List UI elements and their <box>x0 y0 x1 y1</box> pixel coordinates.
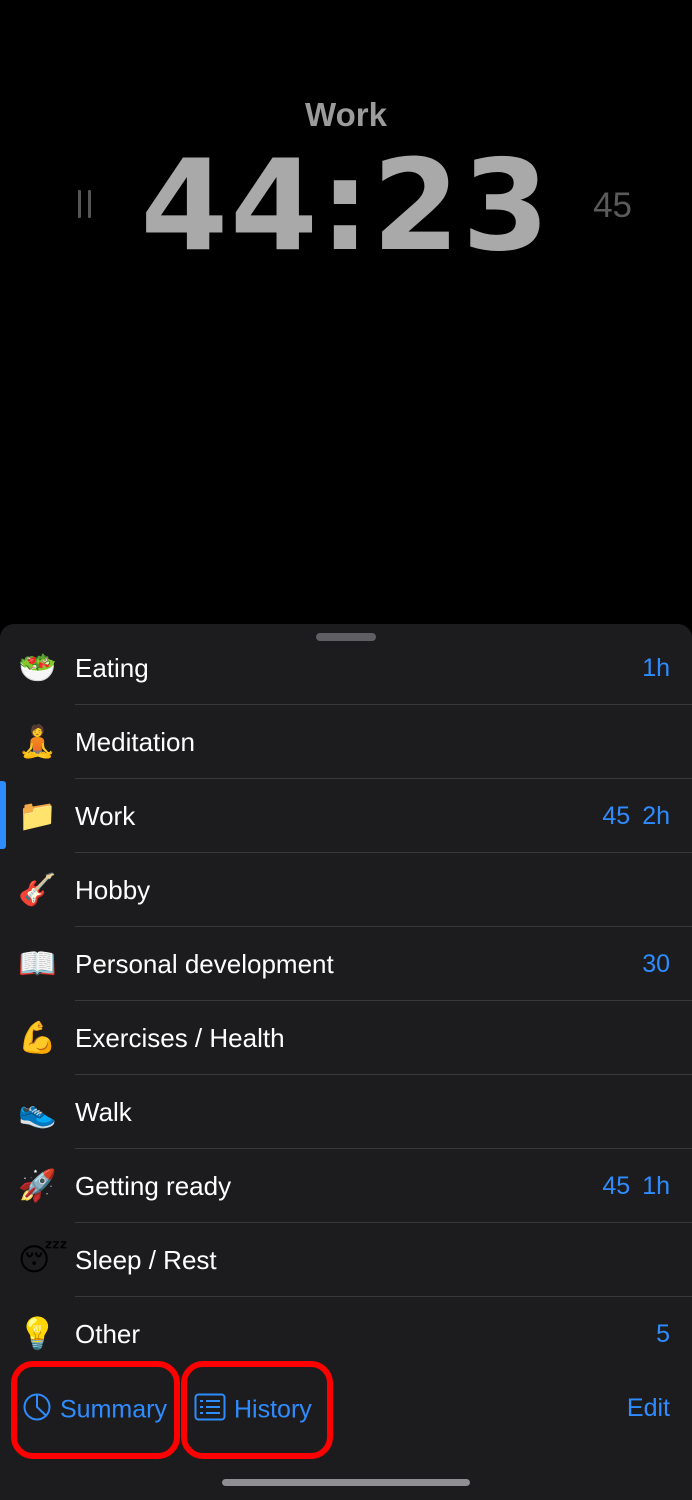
activity-stats: 1h <box>642 649 670 687</box>
activity-label: Sleep / Rest <box>75 1245 217 1275</box>
activity-sheet: 🥗 Eating 1h 🧘 Meditation 📁 Work 45 2h 🎸 Hobby 📖 Pers… <box>0 624 692 1500</box>
summary-label: Summary <box>60 1395 167 1424</box>
activity-stat-value: 30 <box>642 950 670 978</box>
salad-icon: 🥗 <box>18 650 57 686</box>
activity-label: Hobby <box>75 875 151 905</box>
sleeping-face-icon: 😴 <box>18 1242 68 1278</box>
current-activity-label: Work <box>305 96 387 133</box>
activity-stat-value: 1h <box>642 1172 670 1200</box>
activity-stat-value: 45 <box>602 802 631 830</box>
activity-label: Getting ready <box>75 1171 232 1201</box>
activity-label: Personal development <box>75 949 334 979</box>
activity-stat-value: 5 <box>656 1320 670 1348</box>
list-icon <box>194 1393 226 1421</box>
activity-row-work[interactable]: 📁 Work 45 2h <box>0 779 692 853</box>
activity-label: Work <box>75 801 136 831</box>
activity-stat-value: 45 <box>602 1172 631 1200</box>
activity-stats: 45 1h <box>602 1167 670 1205</box>
activity-label: Eating <box>75 653 149 683</box>
book-icon: 📖 <box>18 946 57 982</box>
activity-stat-value: 1h <box>642 654 670 682</box>
history-label: History <box>234 1395 312 1424</box>
activity-row-eating[interactable]: 🥗 Eating 1h <box>0 631 692 705</box>
activity-row-hobby[interactable]: 🎸 Hobby <box>0 853 692 927</box>
activity-stats: 45 2h <box>602 797 670 835</box>
screen: Work 44:23 45 🥗 Eating 1h 🧘 Meditation 📁 Work 4… <box>0 0 692 1500</box>
rocket-icon: 🚀 <box>18 1168 57 1204</box>
activity-row-sleep-rest[interactable]: 😴 Sleep / Rest <box>0 1223 692 1297</box>
activity-row-exercises-health[interactable]: 💪 Exercises / Health <box>0 1001 692 1075</box>
activity-row-meditation[interactable]: 🧘 Meditation <box>0 705 692 779</box>
sneaker-icon: 👟 <box>18 1094 57 1130</box>
target-minutes[interactable]: 45 <box>593 184 632 228</box>
activity-row-walk[interactable]: 👟 Walk <box>0 1075 692 1149</box>
activity-row-other[interactable]: 💡 Other 5 <box>0 1297 692 1371</box>
folder-icon: 📁 <box>18 798 57 834</box>
guitar-icon: 🎸 <box>18 872 57 908</box>
activity-label: Meditation <box>75 727 195 757</box>
activity-row-personal-development[interactable]: 📖 Personal development 30 <box>0 927 692 1001</box>
activity-label: Other <box>75 1319 141 1349</box>
activity-row-getting-ready[interactable]: 🚀 Getting ready 45 1h <box>0 1149 692 1223</box>
flexed-biceps-icon: 💪 <box>18 1020 57 1056</box>
activity-list: 🥗 Eating 1h 🧘 Meditation 📁 Work 45 2h 🎸 Hobby 📖 Pers… <box>0 631 692 1371</box>
pie-chart-icon <box>23 1393 51 1421</box>
active-indicator <box>0 781 6 849</box>
activity-stats: 30 <box>642 945 670 983</box>
activity-label: Exercises / Health <box>75 1023 285 1053</box>
meditation-icon: 🧘 <box>18 724 57 760</box>
activity-label: Walk <box>75 1097 132 1127</box>
summary-button[interactable]: Summary <box>22 1390 167 1427</box>
light-bulb-icon: 💡 <box>18 1316 57 1352</box>
home-indicator[interactable] <box>222 1479 470 1486</box>
activity-stats: 5 <box>656 1315 670 1353</box>
history-button[interactable]: History <box>194 1390 312 1427</box>
activity-stat-value: 2h <box>642 802 670 830</box>
edit-button[interactable]: Edit <box>627 1390 670 1426</box>
elapsed-time-display: 44:23 <box>140 132 552 279</box>
